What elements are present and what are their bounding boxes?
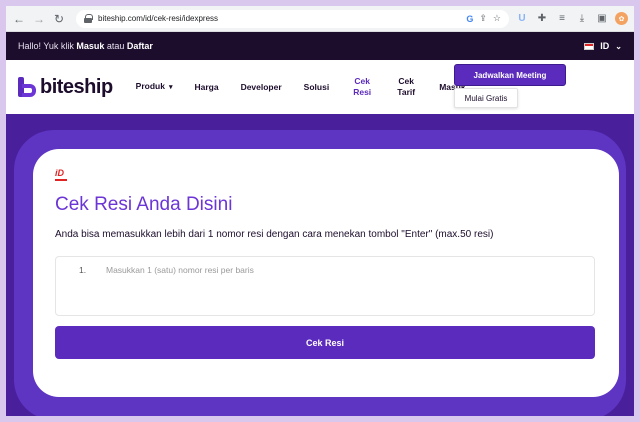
bookmark-star-icon[interactable]: ☆	[493, 13, 501, 24]
logo-wordmark: biteship	[40, 75, 113, 98]
forward-icon[interactable]: →	[32, 12, 46, 26]
extensions-puzzle-icon[interactable]: ✚	[535, 13, 549, 24]
chevron-down-icon: ▾	[168, 84, 173, 91]
input-placeholder: Masukkan 1 (satu) nomor resi per baris	[106, 265, 254, 275]
start-free-button[interactable]: Mulai Gratis	[454, 88, 518, 108]
tracking-number-input[interactable]: 1. Masukkan 1 (satu) nomor resi per bari…	[55, 256, 595, 316]
greeting-text: Hallo! Yuk klik Masuk atau Daftar	[18, 41, 153, 51]
nav-item-solusi[interactable]: Solusi	[293, 82, 341, 93]
nav-item-cek-tarif[interactable]: Cek Tarif	[384, 76, 428, 98]
lock-icon	[84, 14, 93, 23]
nav-item-developer[interactable]: Developer	[230, 82, 293, 93]
greeting-or: atau	[104, 41, 127, 51]
greeting-prefix: Hallo! Yuk klik	[18, 41, 77, 51]
login-link[interactable]: Masuk	[76, 41, 104, 51]
address-bar[interactable]: biteship.com/id/cek-resi/idexpress G ⇪ ☆	[76, 9, 509, 28]
courier-logo-text: iD	[55, 168, 64, 178]
indonesia-flag-icon	[584, 42, 595, 50]
hero-section: iD Cek Resi Anda Disini Anda bisa memasu…	[6, 114, 634, 416]
idexpress-logo: iD	[55, 168, 69, 181]
download-icon[interactable]: ⤓	[575, 13, 589, 24]
register-link[interactable]: Daftar	[127, 41, 153, 51]
check-tracking-button[interactable]: Cek Resi	[55, 326, 595, 359]
cta-group: Jadwalkan Meeting Mulai Gratis	[454, 64, 566, 108]
browser-window: ← → ↻ biteship.com/id/cek-resi/idexpress…	[6, 6, 634, 416]
extension-u-icon[interactable]: U	[515, 13, 529, 24]
instructions-text: Anda bisa memasukkan lebih dari 1 nomor …	[55, 229, 494, 240]
line-number: 1.	[79, 265, 87, 275]
nav-item-cek-resi[interactable]: Cek Resi	[340, 76, 384, 98]
tracking-card: iD Cek Resi Anda Disini Anda bisa memasu…	[33, 149, 619, 397]
language-selector[interactable]: ID ⌄	[584, 41, 622, 51]
url-text: biteship.com/id/cek-resi/idexpress	[98, 14, 219, 23]
back-icon[interactable]: ←	[12, 12, 26, 26]
google-icon[interactable]: G	[466, 14, 473, 24]
main-navbar: biteship Produk ▾ Harga Developer Solusi …	[6, 60, 634, 114]
top-bar: Hallo! Yuk klik Masuk atau Daftar ID ⌄	[6, 32, 634, 60]
browser-toolbar: ← → ↻ biteship.com/id/cek-resi/idexpress…	[6, 6, 634, 32]
chevron-down-icon: ⌄	[615, 41, 622, 51]
language-code: ID	[600, 41, 610, 51]
side-panel-icon[interactable]: ▣	[595, 13, 609, 24]
biteship-logo-icon	[18, 77, 36, 97]
share-icon[interactable]: ⇪	[479, 13, 487, 24]
nav-item-harga[interactable]: Harga	[183, 82, 229, 93]
nav-item-produk[interactable]: Produk ▾	[125, 81, 184, 93]
profile-avatar[interactable]: ✿	[615, 12, 628, 25]
page-title: Cek Resi Anda Disini	[55, 194, 233, 215]
biteship-logo[interactable]: biteship	[18, 76, 113, 99]
reading-list-icon[interactable]: ≡	[555, 13, 569, 24]
schedule-meeting-button[interactable]: Jadwalkan Meeting	[454, 64, 566, 86]
reload-icon[interactable]: ↻	[52, 12, 66, 26]
nav-item-label: Produk	[135, 81, 165, 91]
